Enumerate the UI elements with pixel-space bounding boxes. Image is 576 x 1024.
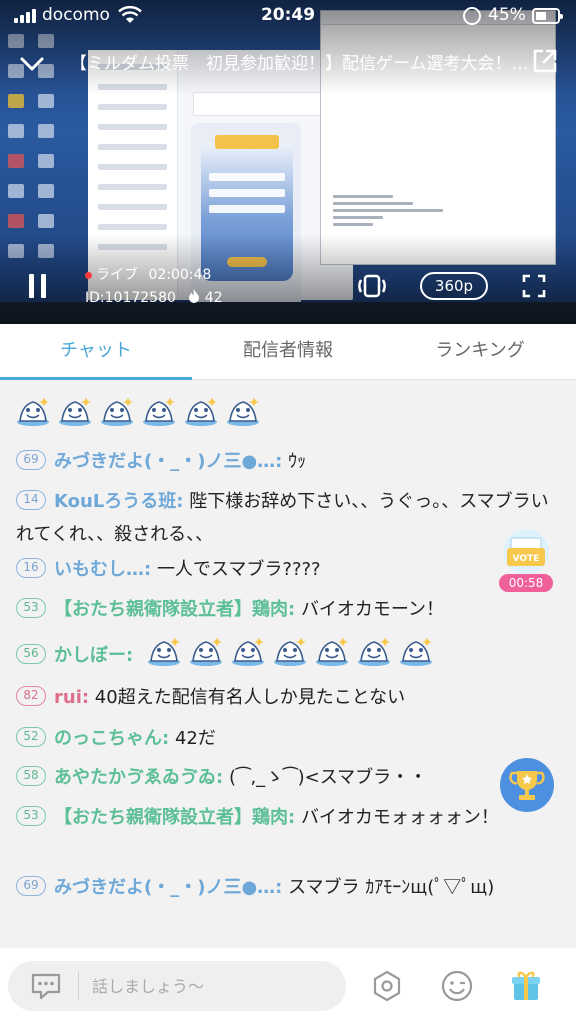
level-badge: 14 [16,490,46,510]
list-item: 53 【おたち親衛隊設立者】鶏肉: バイオカモォォォォン！ [16,801,561,834]
username[interactable]: かしぼー: [54,645,133,666]
stream-id: ID:10172580 [85,290,176,306]
chat-input[interactable] [92,971,332,1001]
viewer-count: 42 [204,290,223,306]
pause-button[interactable] [26,274,50,298]
trophy-icon [509,771,545,800]
chat-stamp-icon [357,637,391,667]
vote-box-icon: VOTE [503,529,549,575]
chat-input-container[interactable] [8,961,346,1011]
trophy-button[interactable] [500,758,554,812]
list-item [16,397,561,432]
status-bar: docomo 20:49 45% [0,0,576,32]
tab-ranking[interactable]: ランキング [384,324,576,380]
elapsed-time: 02:00:48 [148,267,212,283]
stream-title: 【ミルダム投票 初見参加歓迎！】配信ゲーム選考大会！… [70,54,529,74]
chat-input-bar [0,948,576,1024]
level-badge: 53 [16,806,46,826]
chat-stamp-icon [189,637,223,667]
message-text: 一人でスマブラ???? [156,559,321,580]
video-player[interactable]: docomo 20:49 45% 【ミルダム投票 初見参加歓迎！】配信ゲーム選考… [0,0,576,324]
chat-bubble-icon[interactable] [30,971,62,1001]
chat-list[interactable]: 69 みづきだよ(・_・)ノ三●…: ｳｯ 14 KouLろうる班: 陛下様お辞め下… [0,381,576,948]
message-text: ｳｯ [288,451,307,472]
level-badge: 82 [16,686,46,706]
username[interactable]: いもむし…: [54,559,151,580]
streamed-stats-bar [193,92,333,116]
level-badge: 58 [16,766,46,786]
emoji-icon[interactable] [439,968,475,1004]
username[interactable]: rui: [54,687,89,708]
message-text: バイオカモーン！ [300,599,445,620]
level-badge: 53 [16,598,46,618]
tab-bar: チャット 配信者情報 ランキング [0,324,576,380]
username[interactable]: みづきだよ(・_・)ノ三●…: [54,877,282,898]
chat-stamp-icon [315,637,349,667]
chat-stamp-icon [273,637,307,667]
vote-widget[interactable]: VOTE 00:58 [497,528,555,594]
quality-button[interactable]: 360p [420,272,488,300]
level-badge: 69 [16,450,46,470]
svg-text:VOTE: VOTE [513,554,540,564]
list-item: 58 あやたかゔゑゐゔゐ: (⁀‚_ゝ⁀)<スマブラ・・ [16,761,561,794]
chevron-down-icon[interactable] [18,50,46,78]
chat-stamp-icon [147,637,181,667]
chat-stamp-icon [226,397,260,427]
message-text: 40超えた配信有名人しか見たことない [94,687,406,708]
chat-stamp-icon [16,397,50,427]
level-badge: 52 [16,727,46,747]
chat-stamp-icon [100,397,134,427]
rotation-lock-icon [463,7,481,25]
list-item: 56 かしぼー: [16,637,561,672]
username[interactable]: のっこちゃん: [54,728,169,749]
live-indicator: ライブ 02:00:48 [85,264,211,284]
list-item: 69 みづきだよ(・_・)ノ三●…: スマブラ ｶｱﾓｰﾝщ(ﾟ▽ﾟщ) [16,871,561,904]
battery-icon [532,8,563,24]
list-item: 82 rui: 40超えた配信有名人しか見たことない [16,681,561,714]
list-item: 69 みづきだよ(・_・)ノ三●…: ｳｯ [16,445,561,478]
list-item: 16 いもむし…: 一人でスマブラ???? [16,553,561,586]
tab-chat[interactable]: チャット [0,324,192,380]
message-text: 42だ [174,728,216,749]
stamp-row [147,638,441,666]
chat-stamp-icon [399,637,433,667]
share-icon[interactable] [532,48,558,74]
fire-icon [189,289,200,303]
username[interactable]: あやたかゔゑゐゔゐ: [54,767,223,788]
fullscreen-icon[interactable] [522,274,546,298]
stamp-row [16,398,268,426]
username[interactable]: 【おたち親衛隊設立者】鶏肉: [54,599,295,620]
message-text: バイオカモォォォォン！ [300,807,499,828]
rotate-screen-icon[interactable] [356,270,388,302]
vote-timer: 00:58 [499,574,553,592]
chat-stamp-icon [142,397,176,427]
level-badge: 69 [16,876,46,896]
list-item: 52 のっこちゃん: 42だ [16,722,561,755]
chat-stamp-icon [58,397,92,427]
tab-streamer-info[interactable]: 配信者情報 [192,324,384,380]
list-item: 53 【おたち親衛隊設立者】鶏肉: バイオカモーン！ [16,593,561,626]
active-tab-indicator [0,377,192,380]
username[interactable]: みづきだよ(・_・)ノ三●…: [54,451,282,472]
gift-icon[interactable] [508,968,544,1004]
username[interactable]: 【おたち親衛隊設立者】鶏肉: [54,807,295,828]
live-dot-icon [85,271,92,279]
message-text: (⁀‚_ゝ⁀)<スマブラ・・ [228,767,428,788]
chat-stamp-icon [231,637,265,667]
level-badge: 16 [16,558,46,578]
username[interactable]: KouLろうる班: [54,491,183,512]
hexagon-icon[interactable] [369,968,405,1004]
list-item: 14 KouLろうる班: 陛下様お辞め下さい、、うぐっ。、スマブラいれてくれ、、殺… [16,485,561,551]
chat-stamp-icon [184,397,218,427]
message-text: スマブラ ｶｱﾓｰﾝщ(ﾟ▽ﾟщ) [288,877,495,898]
level-badge: 56 [16,644,46,664]
battery-percent: 45% [488,5,526,25]
stream-info: ID:10172580 42 [85,289,223,306]
